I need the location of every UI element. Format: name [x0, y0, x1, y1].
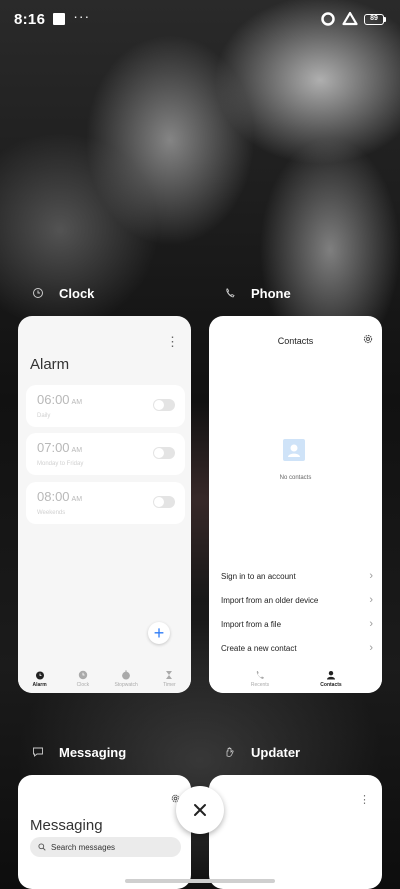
option-label: Sign in to an account — [221, 571, 296, 581]
alarm-ampm: AM — [71, 447, 83, 454]
search-icon — [38, 843, 46, 851]
phone-app-card[interactable]: Contacts No contacts Sign in to an accou… — [209, 316, 382, 693]
alarm-item[interactable]: 06:00 AM Daily — [26, 385, 185, 427]
messaging-app-card[interactable]: Messaging Search messages — [18, 775, 191, 889]
phone-icon — [256, 671, 264, 679]
battery-level: 89 — [364, 13, 384, 25]
alarm-toggle[interactable] — [153, 447, 175, 459]
alarm-ampm: AM — [71, 399, 83, 406]
messaging-app-icon — [27, 741, 49, 763]
option-label: Import from a file — [221, 619, 282, 629]
phone-app-name: Phone — [251, 285, 291, 301]
clock-tab-bar: Alarm Clock Stopwatch Timer — [18, 665, 191, 693]
alarm-time: 07:00 — [37, 440, 70, 455]
status-bar: 8:16 ··· 89 — [0, 0, 400, 38]
clock-app-icon — [27, 282, 49, 304]
phone-app-icon — [219, 282, 241, 304]
close-icon — [194, 804, 206, 816]
alarm-toggle[interactable] — [153, 496, 175, 508]
alarm-repeat: Weekends — [37, 510, 66, 516]
tab-timer[interactable]: Timer — [149, 670, 189, 688]
create-contact-option[interactable]: Create a new contact › — [221, 638, 373, 658]
chevron-right-icon: › — [369, 570, 373, 582]
chevron-right-icon: › — [369, 642, 373, 654]
search-messages-input[interactable]: Search messages — [30, 837, 181, 857]
updater-app-name: Updater — [251, 744, 301, 760]
tab-label: Alarm — [32, 682, 47, 688]
alarm-repeat: Daily — [37, 413, 51, 419]
clock-icon — [78, 670, 88, 680]
home-indicator[interactable] — [125, 879, 275, 883]
alarm-time: 06:00 — [37, 392, 70, 407]
alarm-ampm: AM — [71, 496, 83, 503]
chevron-right-icon: › — [369, 618, 373, 630]
more-options-icon[interactable]: ⋮ — [166, 334, 179, 350]
empty-contacts-icon — [283, 439, 305, 461]
phone-tab-bar: Recents Contacts — [209, 665, 382, 693]
search-placeholder: Search messages — [51, 842, 116, 852]
phone-app-header[interactable]: Phone — [219, 282, 291, 304]
tab-alarm[interactable]: Alarm — [20, 670, 60, 688]
tab-label: Stopwatch — [114, 682, 138, 688]
battery-icon: 89 — [364, 13, 386, 25]
chevron-right-icon: › — [369, 594, 373, 606]
messaging-app-header[interactable]: Messaging — [27, 741, 126, 763]
clock-app-header[interactable]: Clock — [27, 282, 94, 304]
tab-label: Clock — [76, 682, 90, 688]
stopwatch-icon — [122, 670, 131, 680]
alarm-item[interactable]: 08:00 AM Weekends — [26, 482, 185, 524]
updater-app-card[interactable]: ⋮ — [209, 775, 382, 889]
import-file-option[interactable]: Import from a file › — [221, 614, 373, 634]
messaging-app-name: Messaging — [59, 744, 127, 760]
alarm-item[interactable]: 07:00 AM Monday to Friday — [26, 433, 185, 475]
option-label: Import from an older device — [221, 595, 319, 605]
ring-icon — [321, 12, 335, 26]
settings-icon[interactable] — [362, 333, 374, 345]
sign-in-option[interactable]: Sign in to an account › — [221, 566, 373, 586]
alarm-icon — [35, 671, 44, 680]
drive-icon — [342, 11, 358, 26]
page-title: Alarm — [30, 356, 70, 373]
empty-state-text: No contacts — [279, 475, 312, 481]
import-older-device-option[interactable]: Import from an older device › — [221, 590, 373, 610]
status-time: 8:16 — [14, 10, 46, 28]
more-notifications-icon: ··· — [73, 8, 91, 24]
tab-recents[interactable]: Recents — [240, 670, 280, 688]
updater-app-icon — [219, 741, 241, 763]
option-label: Create a new contact — [221, 643, 297, 653]
tab-label: Timer — [163, 682, 176, 688]
tab-label: Contacts — [320, 682, 342, 688]
alarm-repeat: Monday to Friday — [37, 461, 84, 467]
add-alarm-button[interactable]: + — [148, 622, 170, 644]
more-options-icon[interactable]: ⋮ — [359, 793, 370, 806]
tab-label: Recents — [250, 682, 270, 688]
timer-icon — [166, 671, 173, 679]
tab-contacts[interactable]: Contacts — [311, 670, 351, 688]
notification-icon — [53, 13, 66, 25]
page-title: Messaging — [30, 817, 103, 834]
page-title: Contacts — [277, 336, 314, 346]
tab-stopwatch[interactable]: Stopwatch — [106, 670, 146, 688]
alarm-time: 08:00 — [37, 489, 70, 504]
clear-all-button[interactable] — [176, 786, 224, 834]
alarm-toggle[interactable] — [153, 399, 175, 411]
tab-clock[interactable]: Clock — [63, 670, 103, 688]
clock-app-card[interactable]: ⋮ Alarm 06:00 AM Daily 07:00 AM Monday to … — [18, 316, 191, 693]
clock-app-name: Clock — [59, 285, 95, 301]
updater-app-header[interactable]: Updater — [219, 741, 300, 763]
person-icon — [327, 671, 335, 680]
